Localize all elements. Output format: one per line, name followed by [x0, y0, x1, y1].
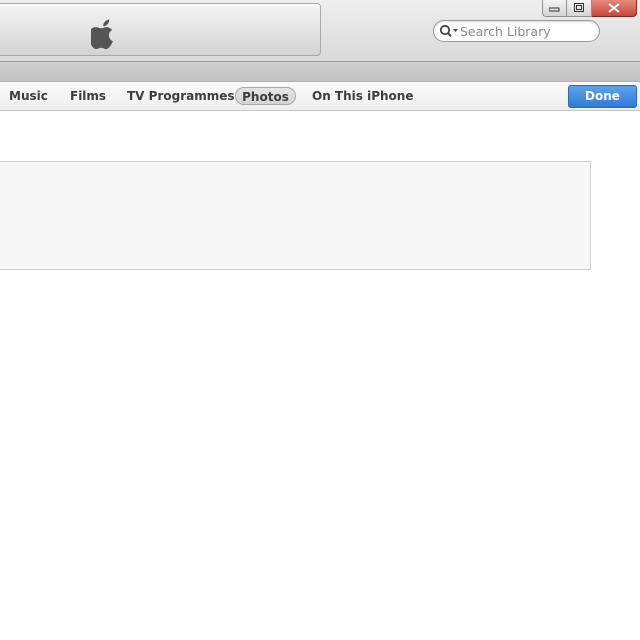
- minimize-icon: [549, 7, 560, 12]
- search-icon: [439, 24, 458, 38]
- tab-on-this-iphone[interactable]: On This iPhone: [312, 87, 413, 105]
- tab-films[interactable]: Films: [70, 87, 106, 105]
- done-button[interactable]: Done: [568, 85, 637, 108]
- status-display: [0, 3, 321, 56]
- minimize-button[interactable]: [542, 0, 567, 17]
- search-field[interactable]: [433, 20, 600, 42]
- toolbar-strip: [0, 61, 640, 82]
- tab-music[interactable]: Music: [9, 87, 48, 105]
- search-input[interactable]: [460, 22, 596, 40]
- tab-tv-programmes[interactable]: TV Programmes: [127, 87, 235, 105]
- library-nav-bar: Music Films TV Programmes Photos On This…: [0, 82, 640, 111]
- close-icon: [608, 3, 620, 13]
- tab-photos[interactable]: Photos: [235, 87, 296, 105]
- maximize-icon: [573, 3, 584, 12]
- content-panel: [0, 161, 591, 270]
- close-button[interactable]: [592, 0, 637, 17]
- apple-logo-icon: [91, 19, 113, 50]
- title-bar: [0, 0, 640, 61]
- maximize-button[interactable]: [567, 0, 592, 17]
